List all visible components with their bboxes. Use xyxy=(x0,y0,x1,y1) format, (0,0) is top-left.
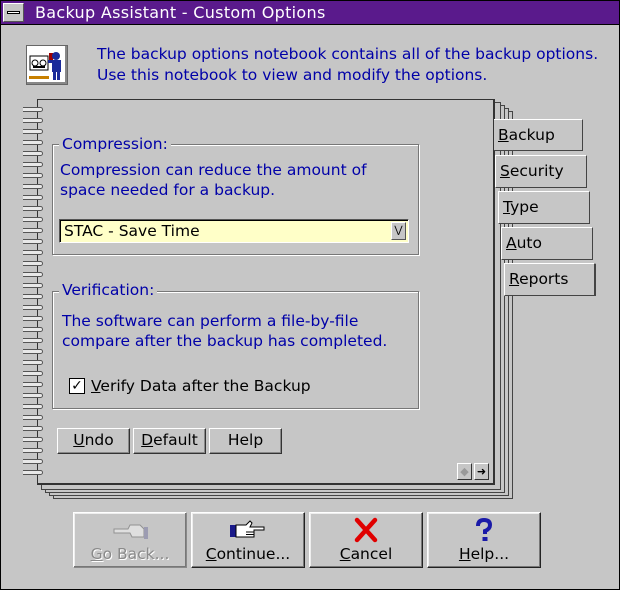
tab-security[interactable]: Security xyxy=(495,155,587,188)
spiral-ring xyxy=(23,470,43,475)
question-mark-icon xyxy=(428,517,540,543)
spiral-ring xyxy=(23,349,43,354)
spiral-ring xyxy=(23,327,43,332)
spiral-ring xyxy=(23,118,43,123)
spiral-ring xyxy=(23,371,43,376)
compression-description: Compression can reduce the amount of spa… xyxy=(60,161,367,199)
notebook-spiral-binding xyxy=(23,103,45,483)
spiral-ring xyxy=(23,261,43,266)
help-button[interactable]: Help... xyxy=(427,512,541,568)
compression-label: Compression: xyxy=(59,135,171,153)
verify-data-checkbox[interactable]: ✓ xyxy=(69,378,85,394)
red-x-icon xyxy=(310,517,422,543)
verification-label: Verification: xyxy=(59,281,158,299)
spiral-ring xyxy=(23,217,43,222)
tab-auto[interactable]: Auto xyxy=(501,227,593,260)
continue-button[interactable]: Continue... xyxy=(191,512,305,568)
page-back-arrow-icon[interactable]: ◆ xyxy=(457,463,472,480)
spiral-ring xyxy=(23,228,43,233)
spiral-ring xyxy=(23,173,43,178)
spiral-ring xyxy=(23,151,43,156)
spiral-ring xyxy=(23,184,43,189)
spiral-ring xyxy=(23,107,43,112)
spiral-ring xyxy=(23,206,43,211)
spiral-ring xyxy=(23,129,43,134)
spiral-ring xyxy=(23,437,43,442)
tab-backup[interactable]: Backup xyxy=(494,119,583,151)
spiral-ring xyxy=(23,382,43,387)
spiral-ring xyxy=(23,195,43,200)
spiral-ring xyxy=(23,459,43,464)
info-description: The backup options notebook contains all… xyxy=(97,45,599,84)
spiral-ring xyxy=(23,448,43,453)
spiral-ring xyxy=(23,426,43,431)
pointing-hand-left-icon xyxy=(74,517,186,543)
dropdown-arrow-icon[interactable]: ⋁ xyxy=(391,222,406,240)
spiral-ring xyxy=(23,404,43,409)
system-menu-icon[interactable] xyxy=(3,3,24,22)
spiral-ring xyxy=(23,316,43,321)
spiral-ring xyxy=(23,140,43,145)
default-button[interactable]: Default xyxy=(133,428,206,454)
help-page-button[interactable]: Help xyxy=(209,428,282,454)
verification-description: The software can perform a file-by-file … xyxy=(62,312,388,350)
page-forward-arrow-icon[interactable]: ➜ xyxy=(474,463,489,480)
spiral-ring xyxy=(23,162,43,167)
compression-dropdown[interactable]: STAC - Save Time ⋁ xyxy=(59,219,409,243)
spiral-ring xyxy=(23,415,43,420)
tab-type[interactable]: Type xyxy=(498,191,590,224)
compression-selected-value: STAC - Save Time xyxy=(64,222,200,240)
spiral-ring xyxy=(23,338,43,343)
undo-button[interactable]: Undo xyxy=(57,428,130,454)
spiral-ring xyxy=(23,305,43,310)
title-bar[interactable]: Backup Assistant - Custom Options xyxy=(1,1,619,25)
verify-data-label[interactable]: Verify Data after the Backup xyxy=(91,377,311,395)
spiral-ring xyxy=(23,239,43,244)
spiral-ring xyxy=(23,393,43,398)
spiral-ring xyxy=(23,250,43,255)
window-title: Backup Assistant - Custom Options xyxy=(35,3,326,22)
spiral-ring xyxy=(23,294,43,299)
pointing-hand-right-icon xyxy=(192,517,304,543)
spiral-ring xyxy=(23,283,43,288)
backup-assistant-window: Backup Assistant - Custom Options The ba… xyxy=(0,0,620,590)
spiral-ring xyxy=(23,272,43,277)
tab-reports[interactable]: Reports xyxy=(504,263,595,296)
go-back-button[interactable]: Go Back... xyxy=(73,512,187,568)
cancel-button[interactable]: Cancel xyxy=(309,512,423,568)
spiral-ring xyxy=(23,360,43,365)
backup-assistant-icon xyxy=(26,45,68,85)
